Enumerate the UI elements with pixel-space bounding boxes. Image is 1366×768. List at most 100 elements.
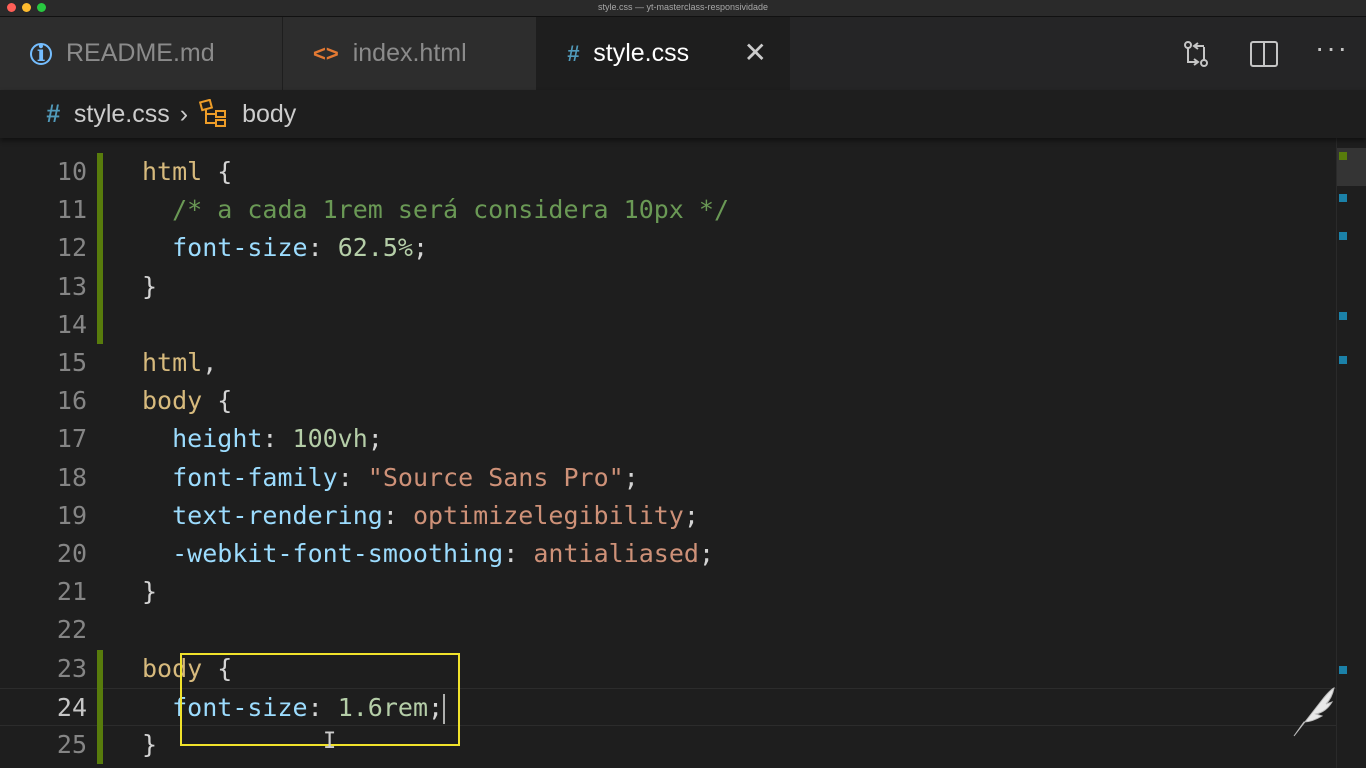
line-number: 11 — [56, 195, 87, 225]
tab-label: index.html — [352, 39, 467, 67]
line-number: 23 — [56, 653, 87, 683]
breadcrumb: # style.css › body — [0, 90, 1366, 138]
code-token: } — [142, 730, 158, 759]
code-text: html, — [142, 344, 217, 382]
code-text: } — [142, 268, 157, 306]
code-icon: <> — [313, 40, 339, 66]
code-line[interactable]: 21} — [0, 573, 1336, 611]
line-number: 25 — [56, 730, 87, 759]
ruler-mark — [1339, 356, 1347, 364]
ruler-mark — [1339, 152, 1347, 160]
code-token: optimizelegibility — [412, 500, 684, 530]
gutter-modified-indicator[interactable] — [97, 649, 103, 765]
line-number: 12 — [56, 233, 87, 263]
window-titlebar: style.css — yt-masterclass-responsividad… — [0, 0, 1366, 17]
line-number: 20 — [56, 539, 87, 568]
ruler-mark — [1339, 666, 1347, 674]
compare-changes-icon — [1184, 40, 1208, 67]
code-token: : — [307, 233, 338, 263]
tab-label: README.md — [66, 39, 215, 67]
code-token: } — [142, 271, 158, 301]
code-token: : — [337, 462, 368, 492]
code-token: /* a cada 1rem será considera 10px */ — [172, 195, 730, 225]
editor-tab-bar: i README.md <> index.html # style.css ✕ … — [0, 17, 1366, 90]
code-token: -webkit-font-smoothing — [172, 539, 504, 568]
code-token: 62.5% — [337, 233, 413, 263]
code-token: : — [262, 424, 293, 454]
code-token: antialiased — [533, 539, 699, 568]
code-text: } — [142, 573, 157, 611]
line-number: 24 — [56, 692, 87, 722]
code-line[interactable]: 10 html { — [0, 153, 1336, 191]
code-line[interactable]: 14 — [0, 306, 1336, 344]
tab-readme[interactable]: i README.md — [0, 17, 283, 90]
close-icon[interactable]: ✕ — [744, 39, 767, 67]
split-editor-button[interactable] — [1230, 34, 1298, 74]
feather-icon — [1293, 687, 1335, 737]
code-token: font-family — [172, 462, 338, 492]
more-actions-button[interactable]: ··· — [1298, 31, 1366, 74]
code-text: font-family: "Source Sans Pro"; — [142, 459, 639, 497]
code-text: -webkit-font-smoothing: antialiased; — [142, 535, 714, 573]
ruler-mark — [1339, 312, 1347, 320]
code-line[interactable]: 18 font-family: "Source Sans Pro"; — [0, 459, 1336, 497]
info-icon: i — [30, 41, 52, 67]
line-number: 14 — [56, 309, 87, 339]
code-line[interactable]: 22 — [0, 611, 1336, 649]
code-token: ; — [367, 424, 383, 454]
line-number: 16 — [56, 386, 87, 416]
line-number: 18 — [56, 462, 87, 492]
code-line[interactable]: 11 /* a cada 1rem será considera 10px */ — [0, 191, 1336, 229]
line-number: 19 — [56, 500, 87, 530]
code-token: ; — [412, 233, 429, 263]
hash-icon: # — [567, 40, 580, 66]
code-text: } — [142, 726, 157, 764]
breadcrumb-file[interactable]: style.css — [74, 100, 170, 129]
breadcrumb-symbol[interactable]: body — [242, 100, 296, 129]
code-line[interactable]: 20 -webkit-font-smoothing: antialiased; — [0, 535, 1336, 573]
tab-style-css[interactable]: # style.css ✕ — [537, 17, 790, 90]
chevron-right-icon: › — [179, 99, 189, 128]
code-token: ; — [698, 539, 714, 568]
line-number: 22 — [56, 615, 87, 645]
text-cursor-icon: I — [323, 729, 337, 754]
code-line[interactable]: 12 font-size: 62.5%; — [0, 229, 1336, 267]
code-token: "Source Sans Pro" — [367, 462, 624, 492]
code-text: height: 100vh; — [142, 420, 383, 458]
code-token: body — [142, 386, 203, 416]
overview-ruler[interactable] — [1336, 138, 1366, 768]
code-token: ; — [683, 500, 699, 530]
line-number: 15 — [56, 348, 87, 377]
code-token: 100vh — [292, 424, 368, 454]
line-number: 13 — [56, 271, 87, 301]
code-line[interactable]: 17 height: 100vh; — [0, 420, 1336, 458]
tab-actions: ··· — [1162, 17, 1366, 90]
code-token: { — [202, 386, 233, 416]
code-text: text-rendering: optimizelegibility; — [142, 497, 699, 535]
code-token: font-size — [172, 233, 308, 263]
more-actions-icon: ··· — [1315, 31, 1349, 63]
code-line[interactable]: 16 body { — [0, 382, 1336, 420]
tab-index-html[interactable]: <> index.html — [283, 17, 537, 90]
code-line[interactable]: 13} — [0, 268, 1336, 306]
split-editor-icon — [1250, 40, 1278, 67]
gutter-modified-indicator[interactable] — [97, 153, 103, 344]
code-text: html { — [142, 153, 232, 191]
code-token: text-rendering — [172, 500, 383, 530]
code-text: body { — [142, 382, 232, 420]
compare-changes-button[interactable] — [1162, 34, 1230, 74]
symbol-structure-icon — [199, 99, 227, 127]
hash-icon: # — [46, 99, 60, 128]
code-token: : — [503, 539, 534, 568]
code-line[interactable]: 19 text-rendering: optimizelegibility; — [0, 497, 1336, 535]
code-line[interactable]: 15 html, — [0, 344, 1336, 382]
tab-label: style.css — [593, 39, 690, 67]
code-token: html — [142, 157, 203, 186]
highlight-annotation-box — [180, 653, 460, 746]
